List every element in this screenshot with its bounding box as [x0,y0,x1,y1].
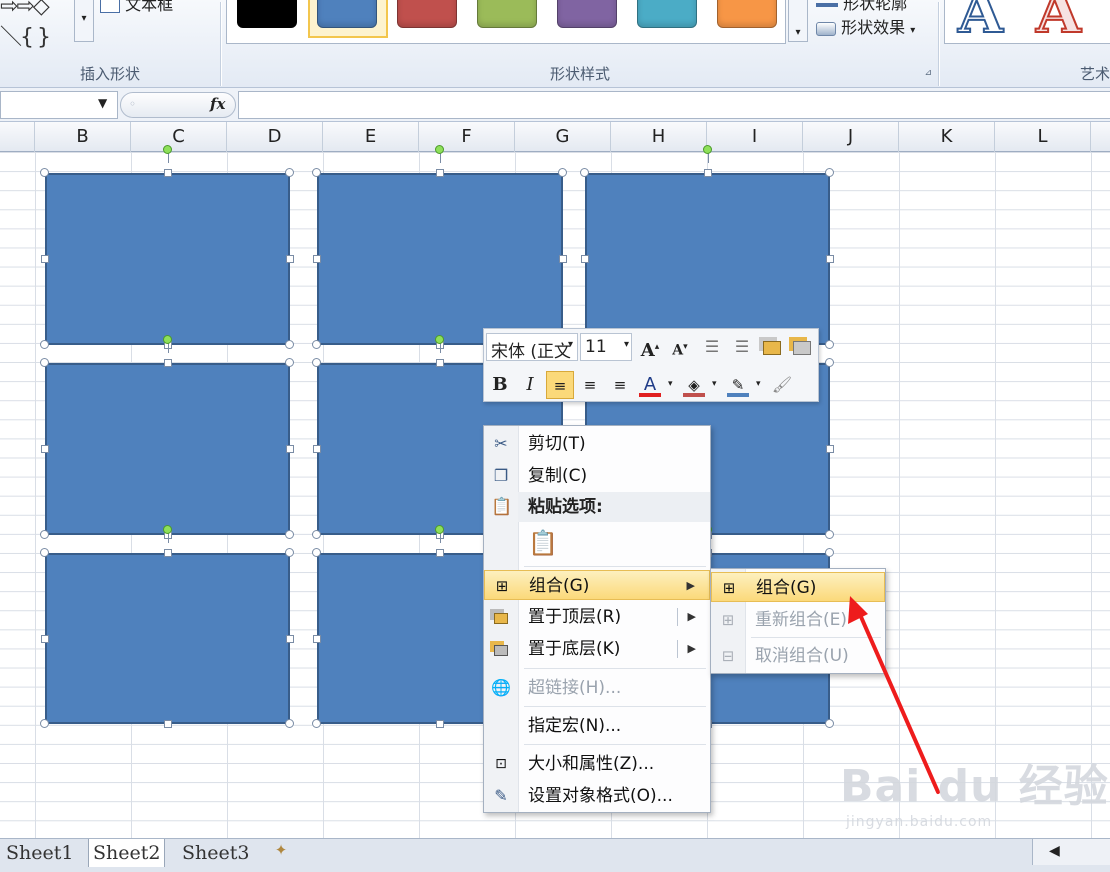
annotation-arrow [848,596,940,794]
sheet-tab-bar: Sheet1 Sheet2 Sheet3 ✦ ◀ [0,838,1110,872]
sheet-tab-3[interactable]: Sheet3 [178,839,253,867]
insert-sheet-icon[interactable]: ✦ [266,841,296,865]
scroll-left-icon[interactable]: ◀ [1049,843,1060,859]
sheet-tab-2[interactable]: Sheet2 [88,839,166,867]
sheet-tab-1[interactable]: Sheet1 [2,839,77,867]
watermark: Bai du 经验 jingyan.baidu.com [840,761,1109,830]
horizontal-scrollbar[interactable]: ◀ [1032,839,1110,865]
